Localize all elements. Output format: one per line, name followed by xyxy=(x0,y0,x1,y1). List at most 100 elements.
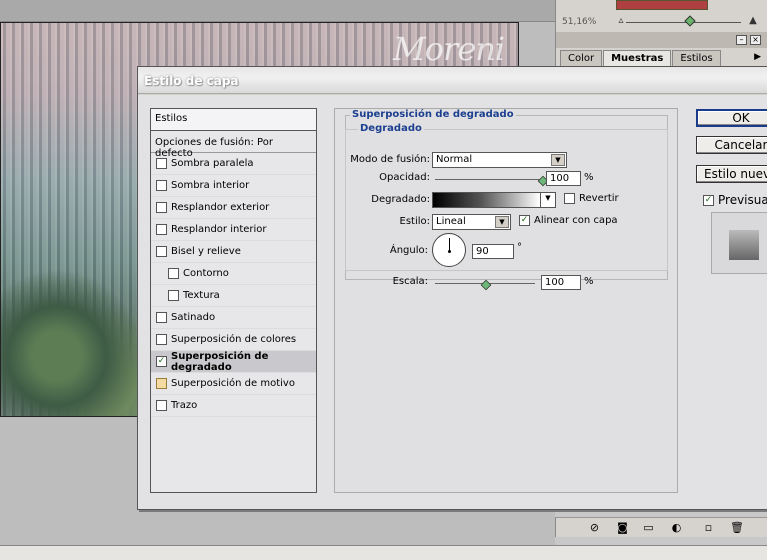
zoom-slider-thumb[interactable] xyxy=(684,15,696,27)
add-mask-icon[interactable]: ◙ xyxy=(616,521,629,534)
style-checkbox[interactable] xyxy=(156,400,167,411)
tab-swatches[interactable]: Muestras xyxy=(603,50,672,66)
section-title: Superposición de degradado xyxy=(350,109,516,120)
trash-icon[interactable]: 🗑 xyxy=(730,521,744,534)
layers-toolbar: ⊘ ◙ ▭ ◐ ▫ 🗑 xyxy=(555,517,767,537)
style-preview-swatch xyxy=(729,230,759,260)
chevron-down-icon: ▼ xyxy=(551,154,565,166)
minimize-icon[interactable]: – xyxy=(736,35,747,45)
zoom-slider[interactable] xyxy=(626,15,741,29)
angle-dial[interactable] xyxy=(432,233,466,267)
style-checkbox[interactable] xyxy=(156,378,167,389)
style-checkbox[interactable]: ✓ xyxy=(156,356,167,367)
style-value: Lineal xyxy=(436,216,466,227)
style-checkbox[interactable] xyxy=(156,224,167,235)
blend-options-item[interactable]: Opciones de fusión: Por defecto xyxy=(151,131,316,159)
style-item-label: Resplandor exterior xyxy=(171,202,270,213)
blend-mode-select[interactable]: Normal ▼ xyxy=(432,152,567,168)
gradient-label: Degradado: xyxy=(371,194,430,205)
opacity-label: Opacidad: xyxy=(379,172,430,183)
style-checkbox[interactable] xyxy=(156,158,167,169)
style-item[interactable]: Satinado xyxy=(151,307,316,329)
style-item-label: Resplandor interior xyxy=(171,224,267,235)
swatches-panel: – × Color Muestras Estilos ▶ xyxy=(555,32,767,68)
style-item[interactable]: Superposición de motivo xyxy=(151,373,316,395)
dialog-title: Estilo de capa xyxy=(144,74,239,88)
align-with-layer-checkbox[interactable]: ✓ Alinear con capa xyxy=(519,215,618,226)
style-checkbox[interactable] xyxy=(156,246,167,257)
style-item[interactable]: Resplandor exterior xyxy=(151,197,316,219)
style-item[interactable]: Sombra interior xyxy=(151,175,316,197)
dialog-body: Estilos Opciones de fusión: Por defecto … xyxy=(138,95,767,509)
align-checkbox-box[interactable]: ✓ xyxy=(519,215,530,226)
ok-button[interactable]: OK xyxy=(696,109,767,127)
style-item[interactable]: Superposición de colores xyxy=(151,329,316,351)
style-item-label: Textura xyxy=(183,290,220,301)
tab-styles[interactable]: Estilos xyxy=(672,50,721,66)
style-checkbox[interactable] xyxy=(156,334,167,345)
style-item[interactable]: ✓ Superposición de degradado xyxy=(151,351,316,373)
scale-label: Escala: xyxy=(392,276,428,287)
blend-mode-label: Modo de fusión: xyxy=(350,154,430,165)
link-layers-icon[interactable]: ⊘ xyxy=(588,521,601,534)
new-group-icon[interactable]: ▭ xyxy=(642,521,655,534)
scale-slider-thumb[interactable] xyxy=(481,280,489,290)
style-item-label: Trazo xyxy=(171,400,198,411)
new-style-button[interactable]: Estilo nuevo... xyxy=(696,165,767,183)
opacity-slider-thumb[interactable] xyxy=(538,176,546,186)
scale-input[interactable]: 100 xyxy=(541,275,581,290)
style-checkbox[interactable] xyxy=(156,202,167,213)
style-checkbox[interactable] xyxy=(156,312,167,323)
angle-label: Ángulo: xyxy=(389,245,428,256)
zoom-field[interactable]: 51,16% xyxy=(560,16,612,29)
dialog-titlebar[interactable]: Estilo de capa xyxy=(138,67,767,94)
style-item[interactable]: Resplandor interior xyxy=(151,219,316,241)
style-preview xyxy=(711,212,767,274)
style-item-label: Satinado xyxy=(171,312,216,323)
style-item-label: Superposición de colores xyxy=(171,334,297,345)
styles-header[interactable]: Estilos xyxy=(151,109,316,131)
watermark-signature: Moreni xyxy=(393,30,505,68)
zoom-slider-track xyxy=(626,22,741,23)
style-checkbox[interactable] xyxy=(168,268,179,279)
style-item-label: Sombra paralela xyxy=(171,158,254,169)
gradient-picker-button[interactable]: ▼ xyxy=(540,192,556,208)
opacity-input[interactable]: 100 xyxy=(546,171,581,186)
style-item[interactable]: Contorno xyxy=(151,263,316,285)
navigator-thumbnail[interactable] xyxy=(616,0,708,10)
style-checkbox[interactable] xyxy=(168,290,179,301)
panel-titlebar: – × xyxy=(556,32,767,48)
close-icon[interactable]: × xyxy=(750,35,761,45)
style-item[interactable]: Textura xyxy=(151,285,316,307)
panel-tabs: Color Muestras Estilos xyxy=(560,50,722,66)
preview-checkbox[interactable]: ✓ Previsualizar xyxy=(703,193,767,207)
style-item[interactable]: Trazo xyxy=(151,395,316,417)
reverse-label: Revertir xyxy=(579,193,619,204)
gradient-preview[interactable] xyxy=(432,192,541,208)
adjustment-layer-icon[interactable]: ◐ xyxy=(670,521,683,534)
angle-input[interactable]: 90 xyxy=(472,244,514,259)
style-item[interactable]: Bisel y relieve xyxy=(151,241,316,263)
cancel-button[interactable]: Cancelar xyxy=(696,136,767,154)
reverse-checkbox-box[interactable] xyxy=(564,193,575,204)
style-item-label: Superposición de degradado xyxy=(171,350,269,373)
preview-checkbox-box[interactable]: ✓ xyxy=(703,194,714,206)
new-layer-icon[interactable]: ▫ xyxy=(702,521,715,534)
style-checkbox[interactable] xyxy=(156,180,167,191)
layer-style-dialog: Estilo de capa Estilos Opciones de fusió… xyxy=(137,66,767,510)
zoom-in-icon[interactable]: ▲ xyxy=(746,15,760,28)
tab-color[interactable]: Color xyxy=(560,50,603,66)
opacity-slider-track[interactable] xyxy=(435,179,542,180)
panel-menu-icon[interactable]: ▶ xyxy=(754,52,761,62)
style-item-label: Superposición de motivo xyxy=(171,378,295,389)
blend-mode-value: Normal xyxy=(436,154,473,165)
scale-unit: % xyxy=(584,276,594,287)
style-item-label: Bisel y relieve xyxy=(171,246,241,257)
style-item-label: Sombra interior xyxy=(171,180,250,191)
style-label: Estilo: xyxy=(399,216,431,227)
photo-foliage xyxy=(1,266,141,416)
preview-label: Previsualizar xyxy=(718,193,767,207)
style-select[interactable]: Lineal ▼ xyxy=(432,214,511,230)
gradient-overlay-settings: Superposición de degradado Degradado Mod… xyxy=(334,108,678,493)
reverse-checkbox[interactable]: Revertir xyxy=(564,193,619,204)
